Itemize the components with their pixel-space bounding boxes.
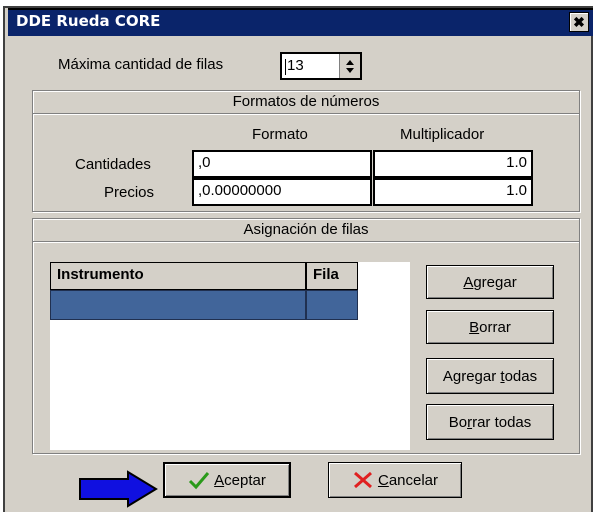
table-row[interactable] — [50, 290, 306, 320]
prices-label: Precios — [104, 184, 155, 201]
multiplier-column-header: Multiplicador — [400, 126, 485, 143]
max-rows-value: 13 — [287, 57, 304, 74]
max-rows-spinner[interactable]: 13 — [280, 52, 362, 80]
close-button[interactable]: ✖ — [569, 12, 589, 32]
close-icon: ✖ — [573, 14, 585, 30]
format-column-header: Formato — [252, 126, 308, 143]
delete-button[interactable]: Borrar — [426, 310, 554, 344]
quantities-multiplier-field[interactable]: 1.0 — [373, 150, 533, 178]
delete-all-button[interactable]: Borrar todas — [426, 404, 554, 440]
close-icon — [353, 471, 372, 489]
instrument-grid[interactable]: Instrumento Fila — [50, 262, 410, 450]
max-rows-label: Máxima cantidad de filas — [58, 56, 224, 73]
check-icon — [189, 472, 210, 490]
text-caret — [285, 59, 286, 75]
spinner-arrows[interactable] — [339, 54, 360, 78]
accept-button[interactable]: Aceptar — [163, 462, 291, 498]
row-column-header[interactable]: Fila — [306, 262, 358, 290]
cancel-button[interactable]: Cancelar — [328, 462, 462, 498]
spin-down-icon[interactable] — [346, 68, 354, 73]
spin-up-icon[interactable] — [346, 60, 354, 65]
number-formats-title: Formatos de números — [33, 91, 579, 114]
instrument-column-header[interactable]: Instrumento — [50, 262, 306, 290]
quantities-format-field[interactable]: ,0 — [192, 150, 372, 178]
add-button[interactable]: Agregar — [426, 265, 554, 299]
prices-format-field[interactable]: ,0.00000000 — [192, 178, 372, 206]
prices-multiplier-field[interactable]: 1.0 — [373, 178, 533, 206]
quantities-label: Cantidades — [75, 156, 151, 173]
rows-assignment-title: Asignación de filas — [33, 219, 579, 242]
title-bar[interactable]: DDE Rueda CORE ✖ — [8, 8, 593, 36]
add-all-button[interactable]: Agregar todas — [426, 358, 554, 394]
table-row[interactable] — [306, 290, 358, 320]
pointer-arrow-icon — [79, 470, 158, 508]
window-title: DDE Rueda CORE — [16, 12, 161, 30]
